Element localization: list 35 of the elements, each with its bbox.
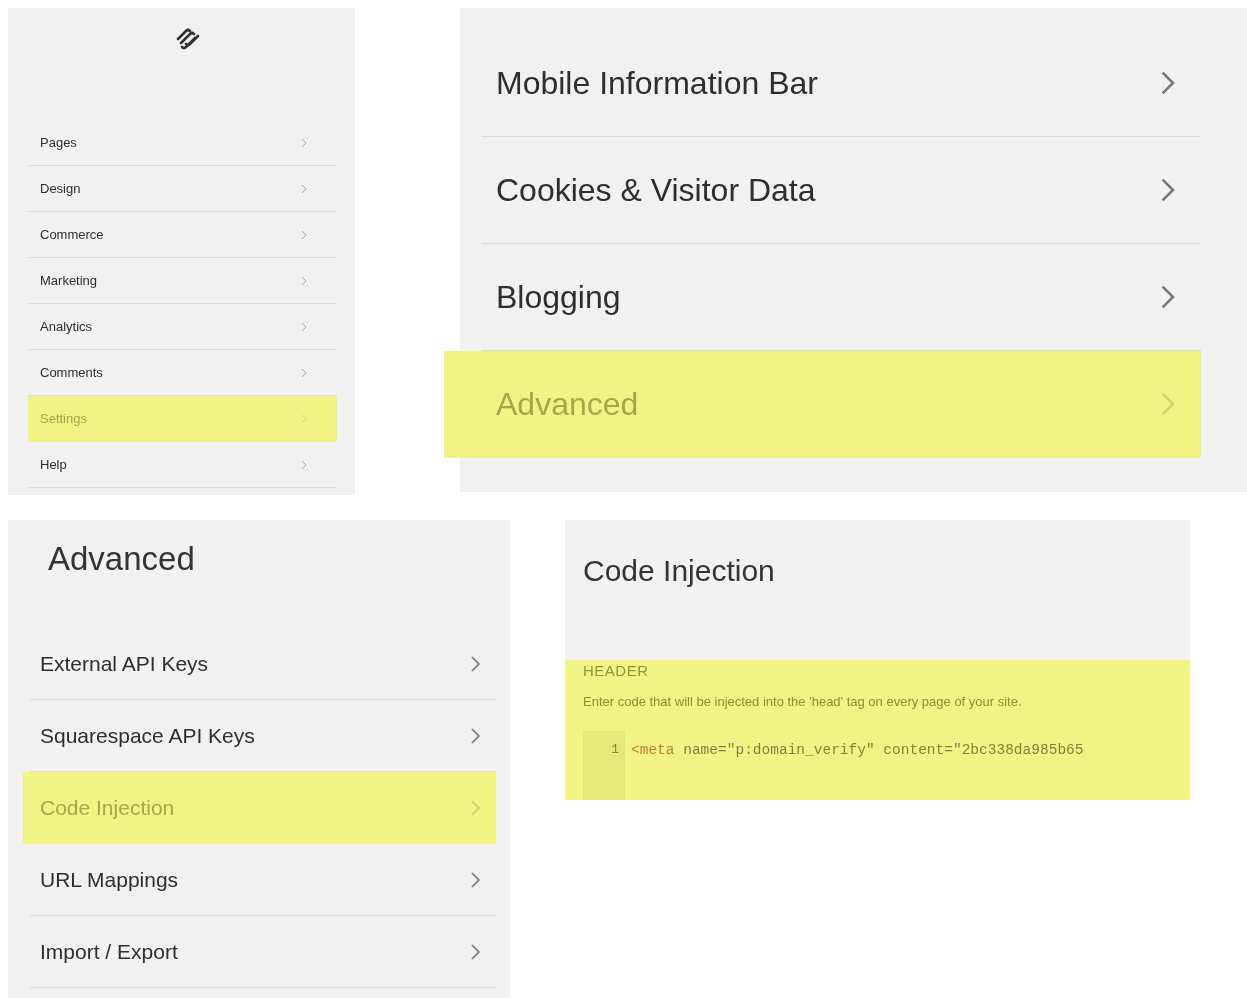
chevron-icon <box>301 321 307 332</box>
chevron-icon <box>1160 70 1176 96</box>
menu-item[interactable]: Import / Export <box>30 916 496 988</box>
chevron-icon <box>301 367 307 378</box>
menu-item[interactable]: Analytics <box>28 304 337 350</box>
panel-title: Advanced <box>47 540 196 579</box>
chevron-icon <box>1160 391 1176 417</box>
chevron-icon <box>301 229 307 240</box>
menu-item[interactable]: URL Mappings <box>30 844 496 916</box>
menu-item[interactable]: Marketing <box>28 258 337 304</box>
chevron-icon <box>301 459 307 470</box>
line-number: 1 <box>611 742 619 759</box>
chevron-icon <box>301 275 307 286</box>
chevron-icon <box>470 798 481 817</box>
chevron-icon <box>301 183 307 194</box>
chevron-icon <box>470 654 481 673</box>
menu-item[interactable]: Mobile Information Bar <box>482 30 1201 137</box>
panel-title: Code Injection <box>582 553 776 589</box>
menu-item[interactable]: Cookies & Visitor Data <box>482 137 1201 244</box>
menu-item[interactable]: Help <box>28 442 337 488</box>
menu-item[interactable]: External API Keys <box>30 628 496 700</box>
chevron-icon <box>470 726 481 745</box>
section-heading: HEADER <box>583 661 650 679</box>
chevron-icon <box>1160 284 1176 310</box>
code-line[interactable]: <meta name="p:domain_verify" content="2bc338da985b65 <box>625 731 1084 800</box>
chevron-icon <box>470 942 481 961</box>
chevron-icon <box>301 137 307 148</box>
logo-icon <box>174 28 201 50</box>
section-description: Enter code that will be injected into the 'head' tag on every page of your site. <box>583 694 1023 709</box>
chevron-icon <box>301 413 307 424</box>
chevron-icon <box>1160 177 1176 203</box>
menu-item[interactable]: Design <box>28 166 337 212</box>
menu-item[interactable]: Commerce <box>28 212 337 258</box>
menu-item[interactable]: Pages <box>28 120 337 166</box>
chevron-icon <box>470 870 481 889</box>
